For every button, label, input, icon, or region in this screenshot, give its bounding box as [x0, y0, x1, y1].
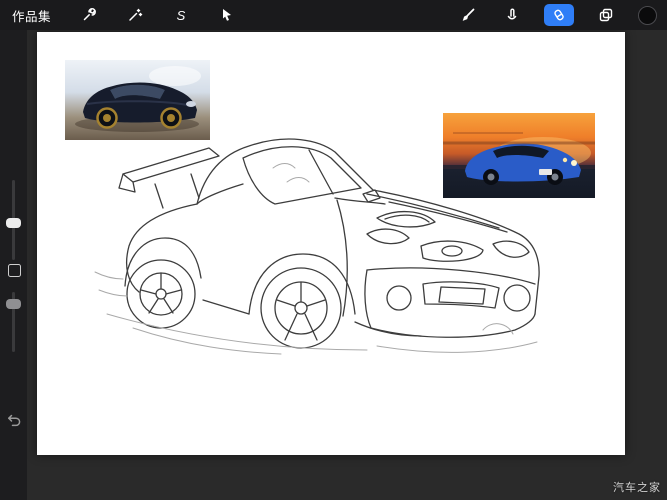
- undo-button[interactable]: [4, 410, 23, 429]
- actions-wrench-button[interactable]: [77, 4, 101, 26]
- svg-text:S: S: [177, 8, 186, 23]
- blue-subaru-sunset-photo: [443, 113, 595, 198]
- magic-wand-icon: [127, 7, 143, 23]
- layers-icon: [598, 7, 614, 23]
- undo-arrow-icon: [6, 412, 22, 428]
- color-swatch[interactable]: [638, 6, 657, 25]
- top-toolbar: 作品集 S: [0, 0, 667, 30]
- smudge-button[interactable]: [500, 4, 524, 26]
- wrench-icon: [81, 7, 97, 23]
- procreate-canvas-screen: { "topbar": { "gallery_label": "作品集", "l…: [0, 0, 667, 500]
- brush-size-handle[interactable]: [6, 218, 21, 228]
- smudge-finger-icon: [504, 7, 520, 23]
- right-tool-group: [456, 4, 657, 26]
- selection-icon: S: [173, 7, 189, 23]
- gallery-button[interactable]: 作品集: [12, 6, 51, 25]
- left-tool-group: S: [77, 4, 239, 26]
- eraser-button[interactable]: [544, 4, 574, 26]
- black-model-car-photo: [65, 60, 210, 140]
- layers-button[interactable]: [594, 4, 618, 26]
- selection-button[interactable]: S: [169, 4, 193, 26]
- brush-icon: [460, 7, 476, 23]
- adjustments-button[interactable]: [123, 4, 147, 26]
- transform-button[interactable]: [215, 4, 239, 26]
- opacity-handle[interactable]: [6, 299, 21, 309]
- modify-button[interactable]: [8, 264, 21, 277]
- brush-button[interactable]: [456, 4, 480, 26]
- watermark: 汽车之家: [613, 479, 661, 495]
- transform-arrow-icon: [219, 7, 235, 23]
- black-car-image: [65, 60, 210, 140]
- drawing-canvas[interactable]: [37, 32, 625, 455]
- brush-sidebar: [0, 30, 27, 500]
- eraser-icon: [551, 7, 567, 23]
- blue-car-image: [443, 113, 595, 198]
